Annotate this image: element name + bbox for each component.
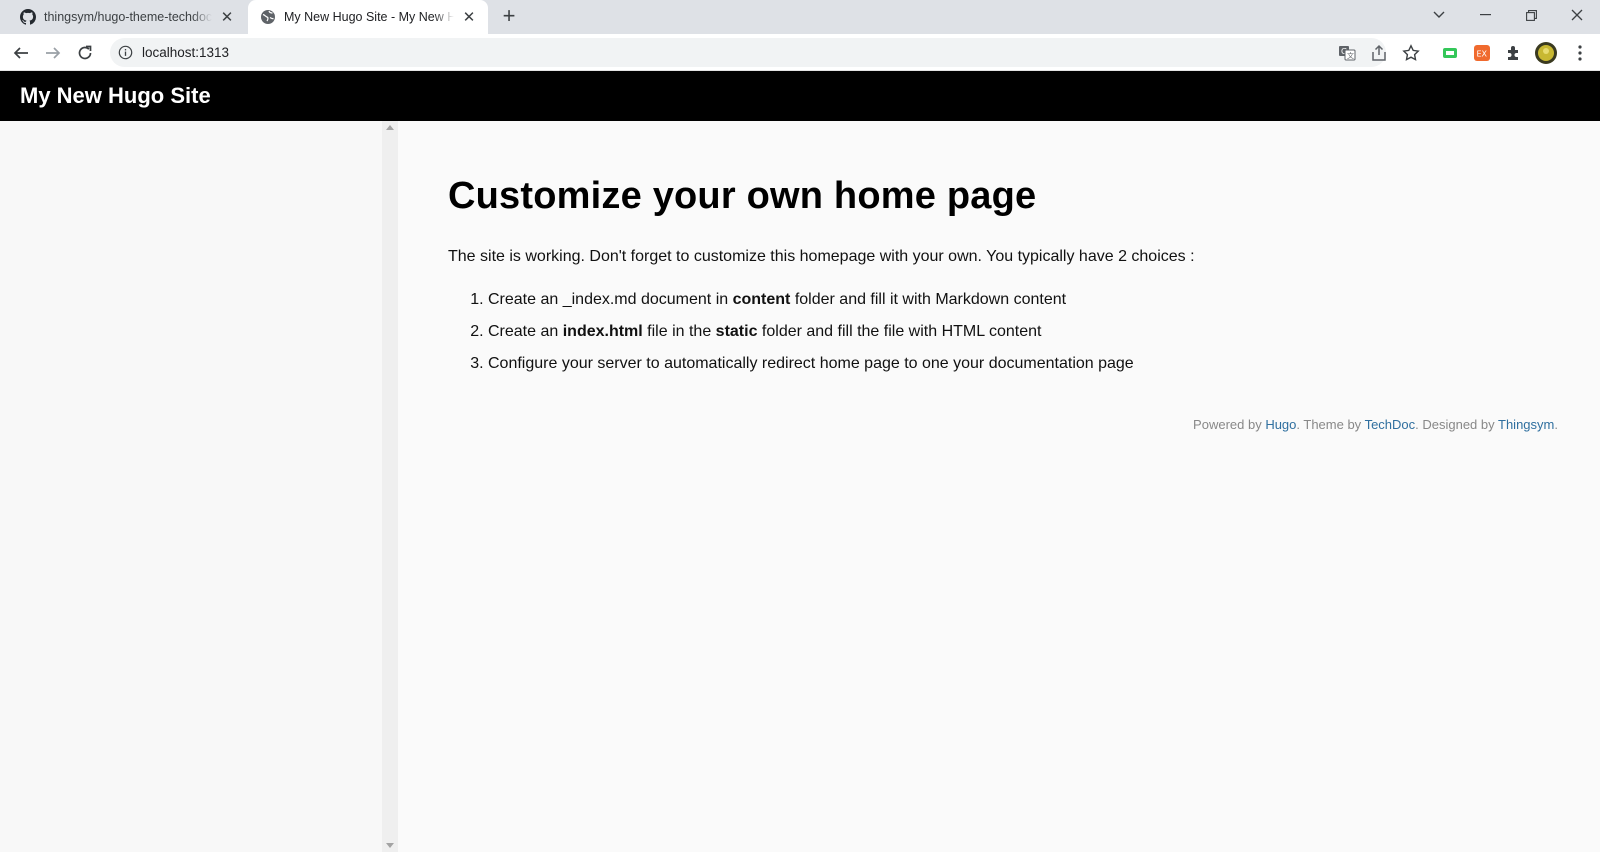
tab-my-new-hugo-site[interactable]: My New Hugo Site - My New Hugo Site ✕ [248,0,488,34]
tab-strip: thingsym/hugo-theme-techdoc ✕ My New Hug… [0,0,1600,34]
list-item: Create an _index.md document in content … [488,290,1558,309]
back-arrow-icon[interactable] [8,40,34,66]
techdoc-link[interactable]: TechDoc [1365,417,1416,432]
svg-text:文: 文 [1347,51,1354,60]
browser-toolbar: localhost:1313 G文 EX [0,34,1600,71]
list-item-text: Create an _index.md document in [488,291,733,308]
scroll-up-arrow-icon[interactable] [386,125,394,130]
translate-icon[interactable]: G文 [1338,44,1356,62]
hugo-link[interactable]: Hugo [1265,417,1296,432]
thingsym-link[interactable]: Thingsym [1498,417,1554,432]
choices-list: Create an _index.md document in content … [448,290,1558,373]
info-icon[interactable] [118,45,133,60]
scroll-down-arrow-icon[interactable] [386,843,394,848]
list-item: Create an index.html file in the static … [488,322,1558,341]
list-item-bold: content [732,291,791,308]
extensions-puzzle-icon[interactable] [1504,43,1524,63]
extension-green-icon[interactable] [1440,43,1460,63]
page-title: Customize your own home page [448,175,1037,217]
sidebar [0,121,382,852]
close-tab-icon[interactable]: ✕ [460,8,478,26]
tab-title: My New Hugo Site - My New Hugo Site [284,10,454,24]
intro-text: The site is working. Don't forget to cus… [448,248,1195,265]
svg-text:EX: EX [1477,50,1488,59]
reload-icon[interactable] [72,40,98,66]
new-tab-icon[interactable]: + [498,5,520,28]
footer-text: . [1554,417,1558,432]
share-icon[interactable] [1370,44,1388,62]
list-item-bold: index.html [562,323,643,340]
minimize-icon[interactable] [1462,0,1508,30]
list-item-text: folder and fill it with Markdown content [790,291,1067,308]
list-item-text: Create an [488,323,563,340]
footer-text: Powered by [1193,417,1266,432]
github-icon [20,9,36,25]
globe-icon [261,10,275,24]
bookmark-star-icon[interactable] [1402,44,1420,62]
extension-orange-icon[interactable]: EX [1472,43,1492,63]
list-item-text: Configure your server to automatically r… [488,355,1134,372]
address-bar[interactable]: localhost:1313 G文 [110,38,1386,67]
list-item: Configure your server to automatically r… [488,354,1558,373]
footer-text: . Theme by [1296,417,1365,432]
site-title-link[interactable]: My New Hugo Site [20,83,211,109]
list-item-text: folder and fill the file with HTML conte… [757,323,1042,340]
profile-avatar-icon[interactable] [1534,41,1558,65]
tab-search-chevron-icon[interactable] [1416,0,1462,30]
main-content: Customize your own home page The site is… [448,121,1558,432]
tab-github[interactable]: thingsym/hugo-theme-techdoc ✕ [0,0,246,34]
sidebar-scrollbar[interactable] [382,121,398,852]
menu-dots-icon[interactable] [1570,43,1590,63]
restore-icon[interactable] [1508,0,1554,30]
list-item-bold: static [715,323,758,340]
close-window-icon[interactable] [1554,0,1600,30]
list-item-text: file in the [642,323,716,340]
footer-text: . Designed by [1415,417,1499,432]
forward-arrow-icon[interactable] [40,40,66,66]
close-tab-icon[interactable]: ✕ [218,8,236,26]
tab-title: thingsym/hugo-theme-techdoc [44,10,212,24]
page-footer: Powered by Hugo. Theme by TechDoc. Desig… [1193,417,1558,432]
url-text: localhost:1313 [142,45,230,60]
site-header: My New Hugo Site [0,71,1600,121]
